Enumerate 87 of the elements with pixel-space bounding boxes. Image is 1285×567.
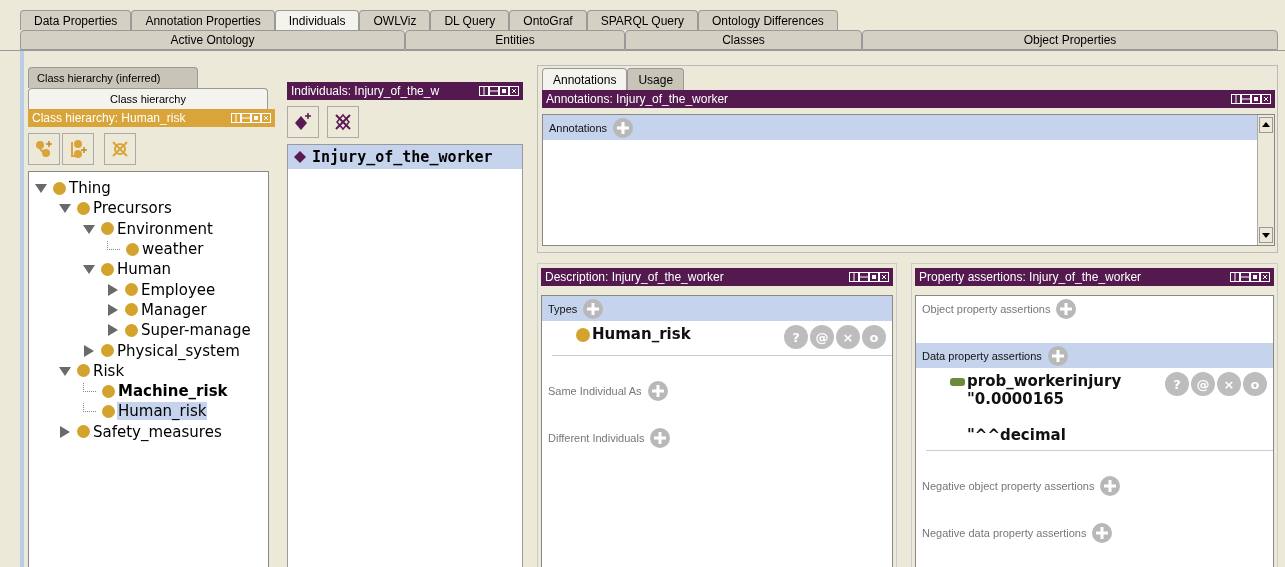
section-label: Object property assertions: [922, 302, 1051, 315]
class-icon: [101, 222, 114, 236]
panel-title: Individuals: Injury_of_the_w: [291, 84, 440, 98]
tree-item[interactable]: Manager: [140, 300, 208, 319]
collapse-arrow-icon[interactable]: [83, 263, 95, 276]
expand-arrow-icon[interactable]: [107, 324, 119, 337]
collapse-arrow-icon[interactable]: [59, 364, 71, 377]
tree-item[interactable]: Super-manage: [140, 321, 252, 340]
class-icon: [125, 303, 138, 317]
add-diamond-icon: [293, 112, 313, 132]
scroll-down-icon[interactable]: [1259, 227, 1273, 243]
tab[interactable]: Class hierarchy (inferred): [28, 67, 198, 88]
tree-item[interactable]: Precursors: [92, 199, 173, 218]
section-label: Types: [548, 302, 578, 315]
class-icon: [125, 283, 138, 297]
tab[interactable]: Data Properties: [20, 10, 132, 30]
tab[interactable]: SPARQL Query: [586, 10, 699, 30]
class-icon: [125, 323, 138, 337]
tab[interactable]: Ontology Differences: [698, 10, 838, 30]
expand-arrow-icon[interactable]: [107, 283, 119, 296]
tree-item[interactable]: Safety_measures: [92, 422, 223, 441]
delete-icon: [333, 112, 353, 132]
tab[interactable]: Classes: [625, 30, 862, 50]
window-controls-icon[interactable]: [1230, 272, 1270, 282]
expand-arrow-icon[interactable]: [107, 303, 119, 316]
expand-arrow-icon[interactable]: [59, 425, 71, 438]
individual-icon: [294, 151, 306, 163]
collapse-arrow-icon[interactable]: [35, 182, 47, 195]
tab[interactable]: Class hierarchy: [28, 88, 268, 109]
window-controls-icon[interactable]: [479, 86, 519, 96]
expand-arrow-icon[interactable]: [83, 344, 95, 357]
tab[interactable]: Individuals: [274, 10, 360, 30]
tab[interactable]: Entities: [405, 30, 625, 50]
tree-item[interactable]: Risk: [92, 361, 126, 380]
panel-title: Property assertions: Injury_of_the_worker: [919, 270, 1142, 284]
delete-icon: [110, 139, 130, 159]
window-controls-icon[interactable]: [1231, 94, 1271, 104]
scrollbar[interactable]: [1257, 115, 1274, 245]
scroll-up-icon[interactable]: [1259, 117, 1273, 133]
entry-value: "0.0000165: [967, 390, 1065, 408]
entry-datatype: "^^decimal: [967, 426, 1067, 444]
tab[interactable]: OWLViz: [359, 10, 431, 30]
tree-item[interactable]: Thing: [68, 179, 112, 198]
tab[interactable]: Annotations: [542, 68, 628, 90]
section-label: Data property assertions: [922, 349, 1042, 362]
add-individual-button[interactable]: [287, 106, 319, 138]
class-icon: [102, 384, 115, 398]
window-controls-icon[interactable]: [849, 272, 889, 282]
add-sibling-icon: [68, 139, 88, 159]
class-icon: [53, 181, 66, 195]
class-icon: [102, 404, 115, 418]
data-property-icon: [950, 378, 965, 386]
class-icon: [576, 328, 590, 342]
tab[interactable]: OntoGraf: [509, 10, 587, 30]
collapse-arrow-icon[interactable]: [83, 222, 95, 235]
tab[interactable]: DL Query: [430, 10, 510, 30]
tree-item[interactable]: Human: [116, 260, 173, 279]
class-icon: [77, 364, 90, 378]
entry-name: Human_risk: [592, 325, 692, 343]
tab[interactable]: Active Ontology: [20, 30, 405, 50]
section-label: Different Individuals: [548, 431, 645, 444]
panel-title: Class hierarchy: Human_risk: [32, 111, 186, 125]
collapse-arrow-icon[interactable]: [59, 202, 71, 215]
tree-item[interactable]: Human_risk: [117, 402, 208, 421]
class-icon: [77, 425, 90, 439]
tab[interactable]: Annotation Properties: [131, 10, 275, 30]
class-icon: [101, 262, 114, 276]
delete-individual-button[interactable]: [327, 106, 359, 138]
panel-title: Description: Injury_of_the_worker: [545, 270, 724, 284]
add-subclass-icon: [34, 139, 54, 159]
class-icon: [101, 344, 114, 357]
tree-item[interactable]: Employee: [140, 280, 217, 299]
section-label: Annotations: [549, 121, 608, 134]
tree-item[interactable]: Environment: [116, 219, 214, 238]
class-icon: [126, 242, 139, 256]
individual-item[interactable]: Injury_of_the_worker: [288, 145, 522, 169]
section-label: Same Individual As: [548, 384, 642, 397]
tab[interactable]: Usage: [627, 68, 685, 90]
panel-title: Annotations: Injury_of_the_worker: [546, 92, 729, 106]
tab[interactable]: Object Properties: [862, 30, 1278, 50]
entry-name: prob_workerinjury: [967, 372, 1123, 390]
section-label: Negative object property assertions: [922, 479, 1095, 492]
tree-item[interactable]: Machine_risk: [117, 382, 229, 401]
section-label: Negative data property assertions: [922, 526, 1087, 539]
tree-item[interactable]: weather: [141, 240, 205, 259]
class-icon: [77, 201, 90, 215]
tree-item[interactable]: Physical_system: [116, 341, 241, 360]
